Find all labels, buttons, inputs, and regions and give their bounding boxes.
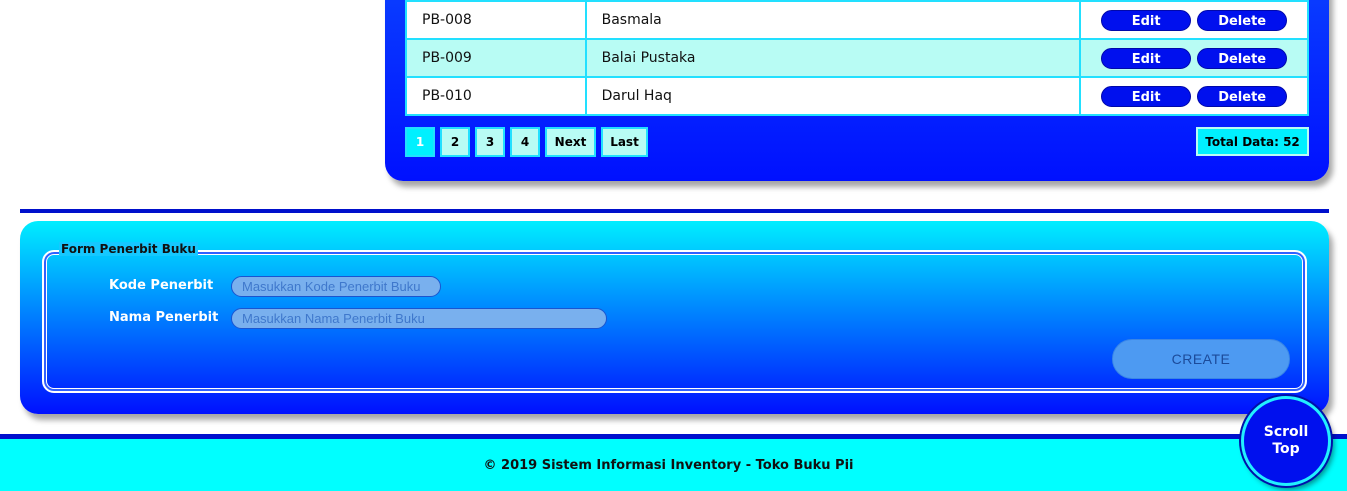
page-1-button[interactable]: 1 [405,127,435,157]
edit-button[interactable]: Edit [1101,85,1192,107]
copyright-text: © 2019 Sistem Informasi Inventory - Toko… [483,457,854,473]
scroll-top-button[interactable]: Scroll Top [1241,396,1331,486]
kode-penerbit-input[interactable] [231,276,441,297]
section-divider [20,209,1329,213]
form-legend: Form Penerbit Buku [59,242,198,256]
publisher-table: PB-008 Basmala Edit Delete PB-009 Balai P… [405,0,1309,116]
action-cell: Edit Delete [1079,76,1309,116]
kode-cell: PB-008 [405,0,587,40]
delete-button[interactable]: Delete [1197,85,1288,107]
kode-cell: PB-009 [405,38,587,78]
action-cell: Edit Delete [1079,38,1309,78]
page-3-button[interactable]: 3 [475,127,505,157]
table-row: PB-009 Balai Pustaka Edit Delete [405,38,1309,78]
edit-button[interactable]: Edit [1101,9,1192,31]
next-page-button[interactable]: Next [545,127,596,157]
pagination: 1 2 3 4 Next Last [405,127,648,157]
nama-penerbit-input[interactable] [231,308,607,329]
table-row: PB-008 Basmala Edit Delete [405,0,1309,40]
nama-penerbit-label: Nama Penerbit [109,310,219,325]
nama-cell: Darul Haq [584,76,1082,116]
scroll-top-label-line1: Scroll [1263,424,1309,440]
table-row: PB-010 Darul Haq Edit Delete [405,76,1309,116]
edit-button[interactable]: Edit [1101,47,1192,69]
last-page-button[interactable]: Last [601,127,648,157]
delete-button[interactable]: Delete [1197,9,1288,31]
nama-cell: Balai Pustaka [584,38,1082,78]
create-button[interactable]: CREATE [1112,339,1290,379]
delete-button[interactable]: Delete [1197,47,1288,69]
footer: © 2019 Sistem Informasi Inventory - Toko… [0,439,1347,491]
page-2-button[interactable]: 2 [440,127,470,157]
scroll-top-label-line2: Top [1272,441,1300,457]
kode-cell: PB-010 [405,76,587,116]
nama-cell: Basmala [584,0,1082,40]
page-4-button[interactable]: 4 [510,127,540,157]
total-data-badge: Total Data: 52 [1196,127,1309,156]
kode-penerbit-label: Kode Penerbit [109,278,214,293]
action-cell: Edit Delete [1079,0,1309,40]
